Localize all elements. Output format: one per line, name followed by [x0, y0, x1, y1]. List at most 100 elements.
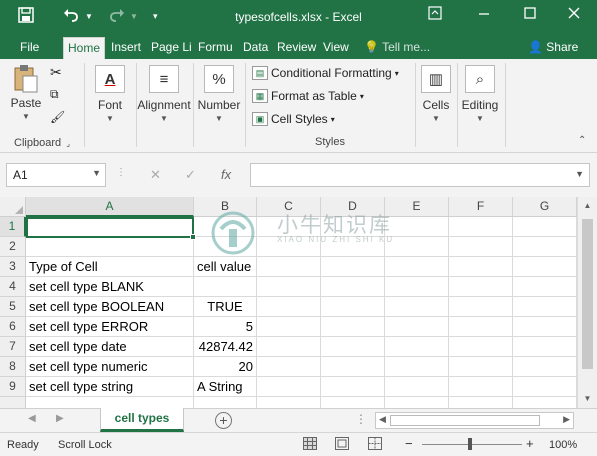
cell-e6[interactable] — [385, 317, 449, 337]
cell-b6[interactable]: 5 — [194, 317, 257, 337]
alignment-button[interactable]: ≡ Alignment ▼ — [136, 65, 192, 123]
row-header-partial[interactable] — [0, 397, 26, 408]
cell-d6[interactable] — [321, 317, 385, 337]
next-sheet-icon[interactable]: ▶ — [56, 413, 64, 424]
cell-b10[interactable] — [194, 397, 257, 408]
column-header-a[interactable]: A — [26, 197, 194, 217]
row-header[interactable]: 5 — [0, 297, 26, 317]
tab-data[interactable]: Data — [239, 37, 272, 59]
cell-f8[interactable] — [449, 357, 513, 377]
tab-file[interactable]: File — [16, 37, 43, 59]
cell-a5[interactable]: set cell type BOOLEAN — [26, 297, 194, 317]
select-all-button[interactable] — [0, 197, 26, 217]
maximize-icon[interactable] — [520, 6, 540, 26]
enter-icon[interactable]: ✓ — [185, 167, 196, 191]
share-button[interactable]: 👤 Share — [524, 37, 582, 59]
cell-g2[interactable] — [513, 237, 577, 257]
scroll-down-icon[interactable]: ▼ — [578, 394, 597, 403]
cell-d7[interactable] — [321, 337, 385, 357]
cell-e3[interactable] — [385, 257, 449, 277]
cell-f4[interactable] — [449, 277, 513, 297]
row-header[interactable]: 3 — [0, 257, 26, 277]
scroll-left-icon[interactable]: ◀ — [379, 414, 386, 425]
cell-c3[interactable] — [257, 257, 321, 277]
format-as-table-button[interactable]: ▦ Format as Table ▾ — [252, 86, 364, 106]
cell-f10[interactable] — [449, 397, 513, 408]
tab-split-handle-icon[interactable]: ⋮ — [355, 412, 367, 426]
cell-g1[interactable] — [513, 217, 577, 237]
cell-f6[interactable] — [449, 317, 513, 337]
row-header[interactable]: 9 — [0, 377, 26, 397]
cell-a7[interactable]: set cell type date — [26, 337, 194, 357]
cut-icon[interactable]: ✂ — [50, 64, 62, 81]
cells-button[interactable]: ▥ Cells ▼ — [418, 65, 454, 123]
cell-e9[interactable] — [385, 377, 449, 397]
cell-c10[interactable] — [257, 397, 321, 408]
insert-function-icon[interactable]: fx — [221, 167, 231, 191]
cell-a4[interactable]: set cell type BLANK — [26, 277, 194, 297]
tab-formulas[interactable]: Formu — [194, 37, 236, 59]
font-button[interactable]: A Font ▼ — [90, 65, 130, 123]
row-header[interactable]: 8 — [0, 357, 26, 377]
zoom-slider[interactable] — [422, 444, 522, 445]
editing-button[interactable]: ⌕ Editing ▼ — [458, 65, 502, 123]
formula-input[interactable]: ▼ — [250, 163, 590, 187]
cell-g4[interactable] — [513, 277, 577, 297]
tab-home[interactable]: Home — [63, 37, 106, 59]
cell-g3[interactable] — [513, 257, 577, 277]
cell-f1[interactable] — [449, 217, 513, 237]
scroll-right-icon[interactable]: ▶ — [563, 414, 570, 425]
tab-page-layout[interactable]: Page Li — [147, 37, 195, 59]
cell-g5[interactable] — [513, 297, 577, 317]
cell-c5[interactable] — [257, 297, 321, 317]
row-header[interactable]: 1 — [0, 217, 26, 237]
row-header[interactable]: 7 — [0, 337, 26, 357]
conditional-formatting-button[interactable]: ▤ Conditional Formatting ▾ — [252, 63, 399, 83]
cell-e10[interactable] — [385, 397, 449, 408]
vertical-scrollbar[interactable]: ▲ ▼ — [577, 197, 597, 408]
normal-view-icon[interactable] — [303, 437, 317, 453]
cell-g8[interactable] — [513, 357, 577, 377]
sheet-tab-cell-types[interactable]: cell types — [100, 408, 184, 432]
column-header-g[interactable]: G — [513, 197, 577, 217]
tab-review[interactable]: Review — [273, 37, 320, 59]
cell-e7[interactable] — [385, 337, 449, 357]
cell-a10[interactable] — [26, 397, 194, 408]
row-header[interactable]: 2 — [0, 237, 26, 257]
tell-me-search[interactable]: 💡 Tell me... — [360, 37, 434, 59]
cell-c7[interactable] — [257, 337, 321, 357]
cell-c9[interactable] — [257, 377, 321, 397]
zoom-slider-thumb[interactable] — [468, 438, 472, 450]
page-layout-view-icon[interactable] — [335, 437, 349, 453]
number-button[interactable]: % Number ▼ — [196, 65, 242, 123]
cell-e5[interactable] — [385, 297, 449, 317]
cell-a3[interactable]: Type of Cell — [26, 257, 194, 277]
fill-handle[interactable] — [190, 234, 196, 240]
cell-d4[interactable] — [321, 277, 385, 297]
paste-button[interactable]: Paste ▼ — [8, 65, 44, 121]
cell-f9[interactable] — [449, 377, 513, 397]
cell-f2[interactable] — [449, 237, 513, 257]
new-sheet-icon[interactable]: + — [215, 412, 232, 429]
cell-b8[interactable]: 20 — [194, 357, 257, 377]
cell-d10[interactable] — [321, 397, 385, 408]
ribbon-display-icon[interactable] — [425, 6, 445, 26]
cell-f3[interactable] — [449, 257, 513, 277]
cell-b5[interactable]: TRUE — [194, 297, 257, 317]
horizontal-scrollbar[interactable]: ◀ ▶ — [375, 412, 574, 429]
cell-a6[interactable]: set cell type ERROR — [26, 317, 194, 337]
row-header[interactable]: 4 — [0, 277, 26, 297]
expand-formula-bar-icon[interactable]: ▼ — [575, 169, 584, 179]
collapse-ribbon-icon[interactable]: ⌃ — [578, 135, 586, 146]
cell-a2[interactable] — [26, 237, 194, 257]
scroll-up-icon[interactable]: ▲ — [578, 201, 597, 210]
name-box-dropdown-icon[interactable]: ▼ — [92, 168, 101, 178]
cell-d8[interactable] — [321, 357, 385, 377]
zoom-in-icon[interactable]: + — [526, 436, 534, 451]
dialog-launcher-icon[interactable]: ⌟ — [66, 139, 70, 148]
cancel-icon[interactable]: ✕ — [150, 167, 161, 191]
cell-g10[interactable] — [513, 397, 577, 408]
cell-d5[interactable] — [321, 297, 385, 317]
cell-d3[interactable] — [321, 257, 385, 277]
name-box[interactable]: A1 ▼ — [6, 163, 106, 187]
